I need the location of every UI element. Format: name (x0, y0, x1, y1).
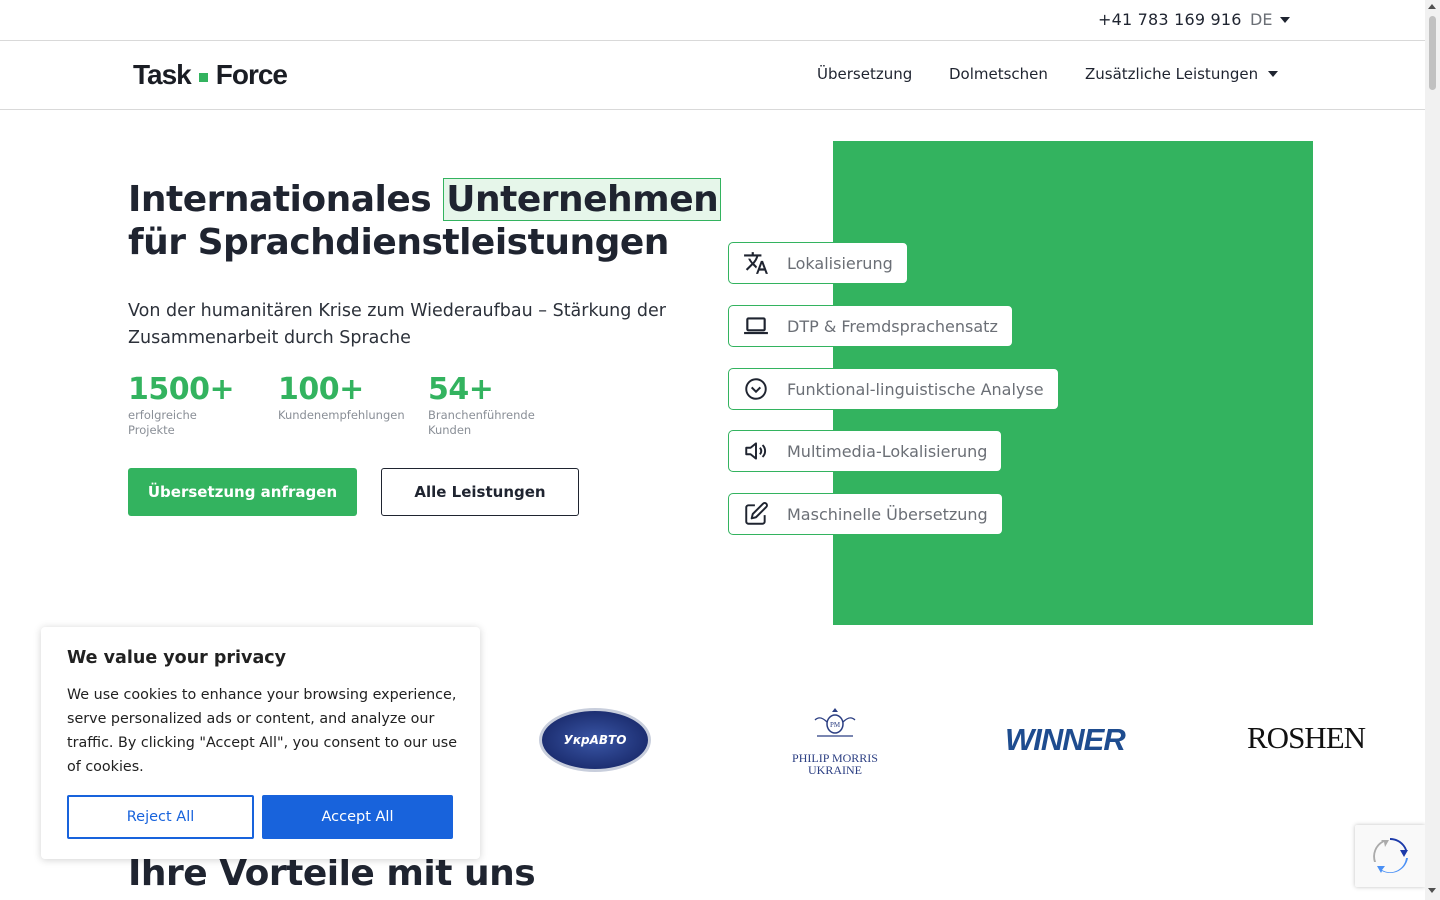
chevron-circle-icon (743, 376, 769, 402)
stat-clients: 54+ Branchenführende Kunden (428, 372, 548, 438)
stat-value: 54+ (428, 372, 494, 407)
logo-square-icon (198, 72, 208, 82)
stat-label: erfolgreiche Projekte (128, 408, 197, 437)
stat-value: 1500+ (128, 372, 235, 407)
service-pill-machine-translation[interactable]: Maschinelle Übersetzung (728, 493, 1003, 535)
philip-morris-logo: PM PHILIP MORRIS UKRAINE (790, 706, 880, 776)
ukravto-logo: УкрАВТО (539, 708, 651, 772)
service-label: Multimedia-Lokalisierung (787, 441, 988, 461)
cookie-text: We use cookies to enhance your browsing … (67, 687, 458, 775)
service-label: Maschinelle Übersetzung (787, 504, 988, 524)
hero-title-highlight: Unternehmen (443, 178, 722, 221)
roshen-logo: ROSHEN (1247, 720, 1366, 755)
ukravto-logo-text: УкрАВТО (563, 733, 627, 747)
service-pill-dtp[interactable]: DTP & Fremdsprachensatz (728, 305, 1013, 347)
stat-label: Kundenempfehlungen (278, 408, 405, 422)
accept-all-button[interactable]: Accept All (262, 795, 453, 839)
nav-item-dolmetschen[interactable]: Dolmetschen (949, 65, 1048, 83)
laptop-icon (743, 313, 769, 339)
all-services-button[interactable]: Alle Leistungen (381, 468, 579, 516)
stat-projects: 1500+ erfolgreiche Projekte (128, 372, 235, 438)
hero-subtitle: Von der humanitären Krise zum Wiederaufb… (128, 301, 666, 348)
logo[interactable]: Task Force (133, 59, 288, 91)
recaptcha-icon (1373, 838, 1408, 874)
top-bar: +41 783 169 916 DE (0, 0, 1425, 41)
scroll-down-icon[interactable] (1428, 888, 1436, 893)
phone-link[interactable]: +41 783 169 916 (1098, 10, 1242, 29)
crest-icon: PM (814, 708, 856, 737)
logo-text-right: Force (215, 59, 288, 90)
language-selector[interactable]: DE (1250, 10, 1291, 29)
recaptcha-badge[interactable] (1355, 825, 1425, 887)
benefits-section-title: Ihre Vorteile mit uns (128, 853, 536, 894)
translate-icon (743, 250, 769, 276)
svg-text:PM: PM (830, 721, 841, 729)
service-pill-lokalisierung[interactable]: Lokalisierung (728, 242, 908, 284)
winner-logo: WINNER (1005, 722, 1126, 757)
service-pill-analyse[interactable]: Funktional-linguistische Analyse (728, 368, 1059, 410)
edit-icon (743, 501, 769, 527)
service-label: Lokalisierung (787, 253, 893, 273)
request-translation-button[interactable]: Übersetzung anfragen (128, 468, 357, 516)
service-label: DTP & Fremdsprachensatz (787, 316, 998, 336)
nav-item-zusaetzliche-leistungen[interactable]: Zusätzliche Leistungen (1085, 65, 1279, 83)
service-label: Funktional-linguistische Analyse (787, 379, 1044, 399)
stat-value: 100+ (278, 372, 364, 407)
philip-morris-line2: UKRAINE (808, 763, 862, 777)
stat-label: Branchenführende Kunden (428, 408, 535, 437)
scrollbar-thumb[interactable] (1429, 16, 1436, 90)
hero-title-part2: für Sprachdienstleistungen (128, 222, 669, 263)
scroll-up-icon[interactable] (1428, 4, 1436, 9)
cookie-banner: We value your privacy We use cookies to … (41, 627, 480, 859)
cookie-title: We value your privacy (67, 648, 287, 668)
caret-down-icon (1280, 16, 1291, 23)
logo-text-left: Task (133, 59, 192, 90)
speaker-icon (743, 438, 769, 464)
stat-recommendations: 100+ Kundenempfehlungen (278, 372, 418, 423)
nav-item-label: Zusätzliche Leistungen (1085, 65, 1259, 83)
reject-all-button[interactable]: Reject All (67, 795, 254, 839)
language-label: DE (1250, 10, 1273, 29)
service-pill-multimedia[interactable]: Multimedia-Lokalisierung (728, 430, 1003, 472)
hero-title: Internationales Unternehmen für Sprachdi… (128, 178, 748, 264)
nav-item-uebersetzung[interactable]: Übersetzung (817, 65, 912, 83)
page-scrollbar[interactable] (1425, 0, 1440, 900)
hero-title-part1: Internationales (128, 179, 432, 220)
caret-down-icon (1268, 71, 1279, 77)
main-header: Task Force Übersetzung Dolmetschen Zusät… (0, 41, 1425, 110)
